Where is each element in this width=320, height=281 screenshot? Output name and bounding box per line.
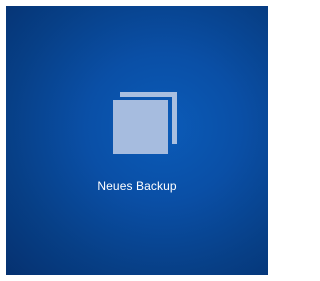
- copy-icon-front-sheet: [113, 100, 168, 154]
- copy-icon: [110, 92, 180, 156]
- new-backup-label: Neues Backup: [97, 179, 177, 193]
- new-backup-tile[interactable]: Neues Backup: [6, 6, 268, 275]
